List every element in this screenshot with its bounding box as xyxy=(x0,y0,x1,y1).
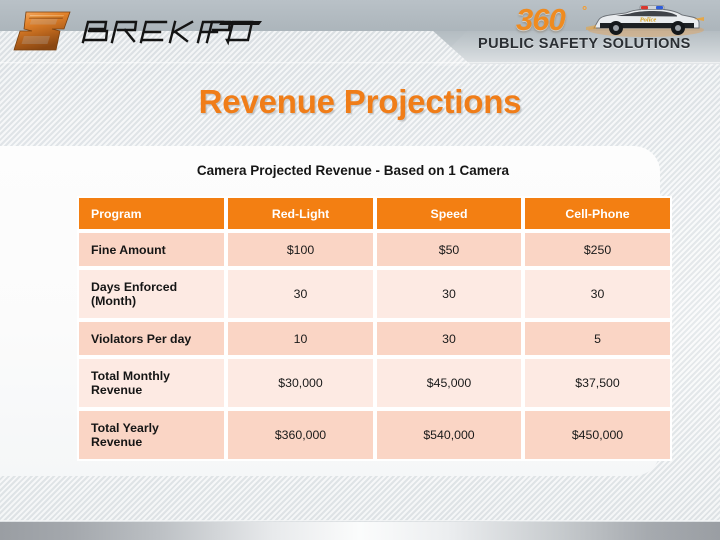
cell-value: 30 xyxy=(375,268,523,320)
row-label: Total Yearly Revenue xyxy=(77,409,226,461)
brekford-b-monogram-icon xyxy=(13,11,71,51)
table-row: Violators Per day 10 30 5 xyxy=(77,320,672,357)
table-row: Total Yearly Revenue $360,000 $540,000 $… xyxy=(77,409,672,461)
table-header-row: Program Red-Light Speed Cell-Phone xyxy=(77,196,672,231)
cell-value: $540,000 xyxy=(375,409,523,461)
cell-value: 5 xyxy=(523,320,672,357)
cell-value: $450,000 xyxy=(523,409,672,461)
table-row: Total Monthly Revenue $30,000 $45,000 $3… xyxy=(77,357,672,409)
cell-value: $360,000 xyxy=(226,409,375,461)
psafety-tagline: PUBLIC SAFETY SOLUTIONS xyxy=(478,36,691,52)
row-label: Days Enforced (Month) xyxy=(77,268,226,320)
public-safety-logo: Police 360 ° PUBLIC SAFETY SOLUTIONS xyxy=(478,2,710,60)
cell-value: 30 xyxy=(226,268,375,320)
revenue-projection-table: Program Red-Light Speed Cell-Phone Fine … xyxy=(77,196,672,461)
cell-value: $45,000 xyxy=(375,357,523,409)
row-label: Fine Amount xyxy=(77,231,226,268)
cell-value: $250 xyxy=(523,231,672,268)
page-title: Revenue Projections xyxy=(198,83,522,120)
brekford-wordmark-icon xyxy=(81,20,262,46)
header-bottom-edge xyxy=(0,62,720,64)
footer-bar xyxy=(0,522,720,540)
column-header-cell-phone: Cell-Phone xyxy=(523,196,672,231)
row-label: Total Monthly Revenue xyxy=(77,357,226,409)
table-subtitle: Camera Projected Revenue - Based on 1 Ca… xyxy=(196,163,510,178)
brekford-logo xyxy=(12,7,262,55)
table-body: Fine Amount $100 $50 $250 Days Enforced … xyxy=(77,231,672,461)
psafety-degree-symbol: ° xyxy=(582,3,588,18)
cell-value: $50 xyxy=(375,231,523,268)
cell-value: $100 xyxy=(226,231,375,268)
cell-value: 10 xyxy=(226,320,375,357)
table-row: Days Enforced (Month) 30 30 30 xyxy=(77,268,672,320)
row-label: Violators Per day xyxy=(77,320,226,357)
slide-canvas: Police 360 ° PUBLIC SAFETY SOLUTIONS Rev… xyxy=(0,0,720,540)
psafety-360-text: 360 xyxy=(516,2,566,37)
table-header: Program Red-Light Speed Cell-Phone xyxy=(77,196,672,231)
column-header-speed: Speed xyxy=(375,196,523,231)
police-car-icon: Police xyxy=(586,5,704,37)
cell-value: $37,500 xyxy=(523,357,672,409)
column-header-red-light: Red-Light xyxy=(226,196,375,231)
svg-text:Police: Police xyxy=(640,17,657,24)
cell-value: 30 xyxy=(523,268,672,320)
table-row: Fine Amount $100 $50 $250 xyxy=(77,231,672,268)
cell-value: 30 xyxy=(375,320,523,357)
column-header-program: Program xyxy=(77,196,226,231)
cell-value: $30,000 xyxy=(226,357,375,409)
